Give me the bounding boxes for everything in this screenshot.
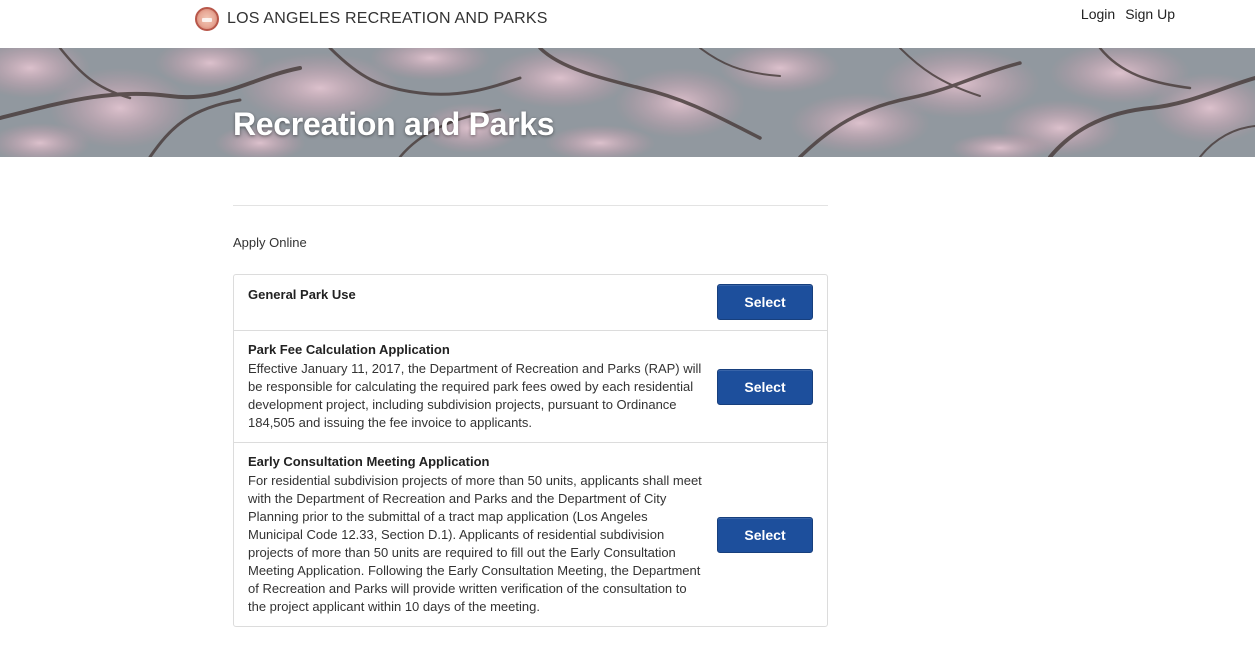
cherry-blossom-background: [0, 48, 1255, 157]
parks-logo-icon: [195, 7, 219, 31]
select-park-fee-calculation-button[interactable]: Select: [717, 368, 813, 405]
application-item-park-fee-calculation: Park Fee Calculation Application Effecti…: [234, 331, 827, 443]
page-title: Recreation and Parks: [233, 106, 555, 142]
application-item-general-park-use: General Park Use Select: [234, 275, 827, 331]
application-title: Park Fee Calculation Application: [248, 342, 450, 357]
brand[interactable]: LOS ANGELES RECREATION AND PARKS: [195, 7, 548, 31]
top-bar: LOS ANGELES RECREATION AND PARKS Login S…: [0, 0, 1255, 48]
application-title: General Park Use: [248, 287, 356, 302]
select-early-consultation-meeting-button[interactable]: Select: [717, 516, 813, 553]
application-list: General Park Use Select Park Fee Calcula…: [233, 274, 828, 627]
section-label: Apply Online: [233, 235, 307, 250]
login-link[interactable]: Login: [1081, 6, 1115, 22]
application-text: General Park Use: [248, 284, 717, 304]
hero-banner: Recreation and Parks: [0, 48, 1255, 157]
application-item-early-consultation-meeting: Early Consultation Meeting Application F…: [234, 443, 827, 626]
application-description: For residential subdivision projects of …: [248, 473, 702, 614]
application-text: Park Fee Calculation Application Effecti…: [248, 341, 717, 432]
divider: [233, 205, 828, 206]
brand-name: LOS ANGELES RECREATION AND PARKS: [227, 10, 548, 27]
application-text: Early Consultation Meeting Application F…: [248, 453, 717, 616]
select-general-park-use-button[interactable]: Select: [717, 284, 813, 320]
auth-links: Login Sign Up: [1081, 6, 1175, 22]
application-description: Effective January 11, 2017, the Departme…: [248, 361, 702, 430]
signup-link[interactable]: Sign Up: [1125, 6, 1175, 22]
application-title: Early Consultation Meeting Application: [248, 454, 490, 469]
main-content: Apply Online General Park Use Select Par…: [233, 205, 828, 627]
